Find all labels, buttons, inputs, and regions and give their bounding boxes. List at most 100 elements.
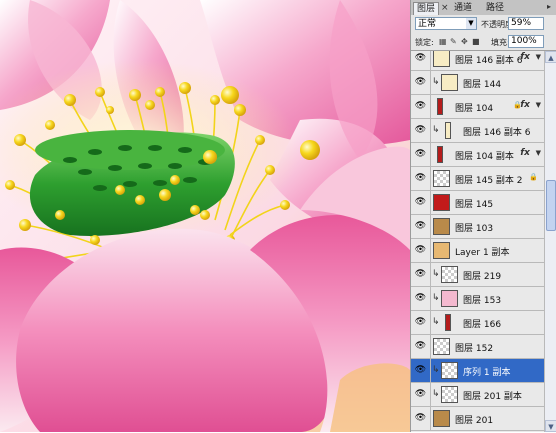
layer-row[interactable]: 👁 图层 201 [411, 407, 544, 431]
scroll-down-icon[interactable]: ▼ [545, 420, 556, 432]
layer-row[interactable]: 👁 ↳ 序列 1 副本 [411, 359, 544, 383]
scrollbar-thumb[interactable] [546, 180, 556, 231]
layer-row[interactable]: 👁 图层 145 副本 2 🔒 [411, 167, 544, 191]
layer-thumbnail[interactable] [441, 386, 458, 403]
layer-name[interactable]: 图层 146 副本 6 [455, 53, 523, 66]
eye-icon[interactable]: 👁 [411, 191, 431, 214]
layer-name[interactable]: 图层 145 [455, 197, 493, 210]
scroll-up-icon[interactable]: ▲ [545, 51, 556, 63]
eye-icon[interactable]: 👁 [411, 143, 431, 166]
layer-row[interactable]: 👁 ↳ 图层 144 [411, 71, 544, 95]
layer-row[interactable]: 👁 ↳ 图层 219 [411, 263, 544, 287]
eye-icon[interactable]: 👁 [411, 287, 431, 310]
lock-move-icon[interactable]: ✥ [461, 37, 468, 46]
layer-name[interactable]: 图层 104 副本 [455, 149, 514, 162]
layer-thumbnail[interactable] [433, 242, 450, 259]
chevron-down-icon[interactable]: ▼ [536, 149, 541, 157]
clip-arrow-icon: ↳ [432, 389, 440, 399]
eye-icon[interactable]: 👁 [411, 51, 431, 70]
eye-icon[interactable]: 👁 [411, 167, 431, 190]
blend-mode-select[interactable]: 正常 ▼ [415, 17, 477, 30]
layer-thumbnail[interactable] [433, 410, 450, 427]
layer-name[interactable]: 图层 152 [455, 341, 493, 354]
eye-icon[interactable]: 👁 [411, 239, 431, 262]
clip-arrow-icon: ↳ [432, 77, 440, 87]
layer-row[interactable]: 👁 图层 104 副本 fx ▼ [411, 143, 544, 167]
lock-all-icon[interactable]: ■ [472, 37, 480, 46]
eye-icon[interactable]: 👁 [411, 311, 431, 334]
layer-row[interactable]: 👁 ↳ 图层 201 副本 [411, 383, 544, 407]
layer-row[interactable]: 👁 Layer 1 副本 [411, 239, 544, 263]
layer-thumbnail[interactable] [437, 146, 443, 163]
tab-layers[interactable]: 图层 [413, 2, 440, 16]
eye-icon[interactable]: 👁 [411, 263, 431, 286]
layer-name[interactable]: 图层 104 [455, 101, 493, 114]
layer-thumbnail[interactable] [433, 218, 450, 235]
layer-row[interactable]: 👁 图层 104 🔒 fx ▼ [411, 95, 544, 119]
layer-name[interactable]: 图层 145 副本 2 [455, 173, 523, 186]
layer-thumbnail[interactable] [437, 98, 443, 115]
lock-brush-icon[interactable]: ✎ [450, 37, 457, 46]
fx-icon[interactable]: fx [520, 100, 530, 110]
blend-mode-value: 正常 [418, 19, 437, 29]
layer-name[interactable]: 图层 166 [463, 317, 501, 330]
tab-channels[interactable]: 通道 [451, 2, 475, 15]
layer-thumbnail[interactable] [433, 170, 450, 187]
layer-thumbnail[interactable] [441, 362, 458, 379]
layer-thumbnail[interactable] [441, 266, 458, 283]
layer-name[interactable]: 图层 219 [463, 269, 501, 282]
layer-name[interactable]: 序列 1 副本 [463, 365, 510, 378]
clip-arrow-icon: ↳ [432, 365, 440, 375]
clip-arrow-icon: ↳ [432, 317, 440, 327]
layer-name[interactable]: Layer 1 副本 [455, 245, 510, 258]
document-canvas[interactable] [0, 0, 410, 432]
layer-row[interactable]: 👁 图层 152 [411, 335, 544, 359]
close-icon[interactable]: × [441, 2, 449, 15]
layer-row[interactable]: 👁 图层 145 [411, 191, 544, 215]
fill-label: 填充: [491, 38, 510, 47]
layer-thumbnail[interactable] [433, 51, 450, 67]
layer-thumbnail[interactable] [433, 338, 450, 355]
layer-thumbnail[interactable] [433, 194, 450, 211]
layer-name[interactable]: 图层 144 [463, 77, 501, 90]
fx-icon[interactable]: fx [520, 52, 530, 62]
fx-icon[interactable]: fx [520, 148, 530, 158]
opacity-value: 59% [511, 18, 532, 28]
clip-arrow-icon: ↳ [432, 269, 440, 279]
layer-row[interactable]: 👁 图层 146 副本 6 fx ▼ [411, 51, 544, 71]
panel-menu-icon[interactable]: ▸ [543, 1, 555, 13]
lotus-artwork [0, 0, 410, 432]
layer-list: 👁 图层 146 副本 6 fx ▼ 👁 ↳ 图层 144 👁 图层 104 🔒 fx ▼ 👁 ↳ 图层 1… [411, 51, 544, 432]
eye-icon[interactable]: 👁 [411, 95, 431, 118]
layer-row[interactable]: 👁 ↳ 图层 166 [411, 311, 544, 335]
chevron-down-icon[interactable]: ▼ [536, 101, 541, 109]
layer-row[interactable]: 👁 图层 103 [411, 215, 544, 239]
layer-thumbnail[interactable] [441, 74, 458, 91]
layer-name[interactable]: 图层 146 副本 6 [463, 125, 531, 138]
fill-value: 100% [511, 36, 537, 46]
eye-icon[interactable]: 👁 [411, 71, 431, 94]
tab-paths[interactable]: 路径 [483, 2, 507, 15]
scrollbar[interactable]: ▲ ▼ [544, 51, 556, 432]
clip-arrow-icon: ↳ [432, 293, 440, 303]
layer-thumbnail[interactable] [441, 290, 458, 307]
layer-name[interactable]: 图层 201 [455, 413, 493, 426]
lock-label: 锁定: [415, 38, 434, 47]
opacity-field[interactable]: 59% [508, 17, 544, 30]
layer-thumbnail[interactable] [445, 314, 451, 331]
lock-transparency-icon[interactable]: ▦ [439, 37, 447, 46]
layer-name[interactable]: 图层 201 副本 [463, 389, 522, 402]
eye-icon[interactable]: 👁 [411, 359, 431, 382]
eye-icon[interactable]: 👁 [411, 335, 431, 358]
layer-name[interactable]: 图层 103 [455, 221, 493, 234]
eye-icon[interactable]: 👁 [411, 407, 431, 430]
eye-icon[interactable]: 👁 [411, 119, 431, 142]
layer-thumbnail[interactable] [445, 122, 451, 139]
eye-icon[interactable]: 👁 [411, 383, 431, 406]
layer-row[interactable]: 👁 ↳ 图层 153 [411, 287, 544, 311]
fill-field[interactable]: 100% [508, 35, 544, 48]
layer-row[interactable]: 👁 ↳ 图层 146 副本 6 [411, 119, 544, 143]
eye-icon[interactable]: 👁 [411, 215, 431, 238]
layer-name[interactable]: 图层 153 [463, 293, 501, 306]
chevron-down-icon[interactable]: ▼ [536, 53, 541, 61]
